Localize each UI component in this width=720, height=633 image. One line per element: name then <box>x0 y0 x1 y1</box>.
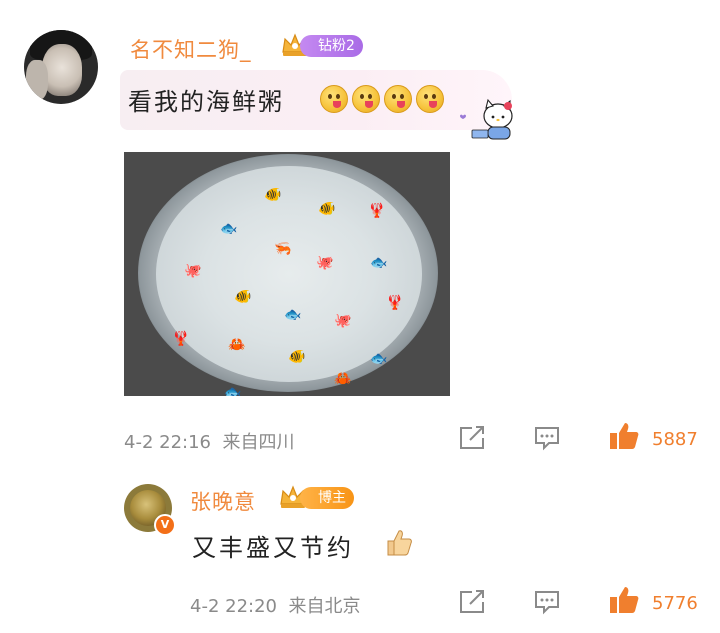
comment-meta: 4-2 22:16 来自四川 <box>124 428 294 454</box>
lobster-icon: 🦞 <box>172 331 190 347</box>
verified-badge: V <box>154 514 176 536</box>
avatar[interactable] <box>24 30 98 104</box>
like-icon[interactable] <box>608 421 640 451</box>
comment-meta: 4-2 22:20 来自北京 <box>190 592 360 618</box>
fish-icon: 🐟 <box>370 351 388 367</box>
comment-location: 来自四川 <box>222 432 295 453</box>
fish-icon: 🐟 <box>224 385 242 396</box>
octopus-icon: 🐙 <box>334 313 352 329</box>
share-icon[interactable] <box>458 425 486 451</box>
comment-text: 又丰盛又节约 <box>192 534 354 562</box>
comment-icon[interactable] <box>533 589 561 615</box>
octopus-icon: 🐙 <box>184 263 202 279</box>
blogger-badge: 博主 <box>300 487 354 509</box>
comment-time: 4-2 22:16 <box>124 432 211 453</box>
like-count: 5776 <box>652 593 698 614</box>
username[interactable]: 张晚意 <box>190 486 256 516</box>
fish-icon: 🐠 <box>318 201 336 217</box>
fish-icon: 🐟 <box>370 255 388 271</box>
fish-icon: 🐟 <box>284 307 302 323</box>
lobster-icon: 🦞 <box>386 295 404 311</box>
fish-icon: 🐠 <box>288 349 306 365</box>
like-count: 5887 <box>652 429 698 450</box>
lobster-icon: 🦞 <box>368 203 386 219</box>
share-icon[interactable] <box>458 589 486 615</box>
crab-icon: 🦀 <box>334 371 352 387</box>
fish-icon: 🐟 <box>220 221 238 237</box>
crab-icon: 🦀 <box>228 337 246 353</box>
hello-kitty-sticker <box>460 98 513 140</box>
like-icon[interactable] <box>608 585 640 615</box>
comment-image[interactable]: 🐠 🐠 🦞 🐟 🦐 🐙 🐙 🐟 🐠 🦞 🐟 🐙 🦞 🦀 🐠 🐟 🦀 🐟 <box>124 152 450 396</box>
shrimp-icon: 🦐 <box>274 241 292 257</box>
comment-text: 看我的海鲜粥 <box>128 88 284 116</box>
octopus-icon: 🐙 <box>316 255 334 271</box>
fan-level-badge: 钻粉2 <box>300 35 363 57</box>
fish-icon: 🐠 <box>264 187 282 203</box>
fish-icon: 🐠 <box>234 289 252 305</box>
comment-location: 来自北京 <box>288 596 361 617</box>
username[interactable]: 名不知二狗_ <box>130 34 252 64</box>
comment-time: 4-2 22:20 <box>190 596 277 617</box>
comment-icon[interactable] <box>533 425 561 451</box>
thumbs-up-emoji <box>387 530 412 556</box>
